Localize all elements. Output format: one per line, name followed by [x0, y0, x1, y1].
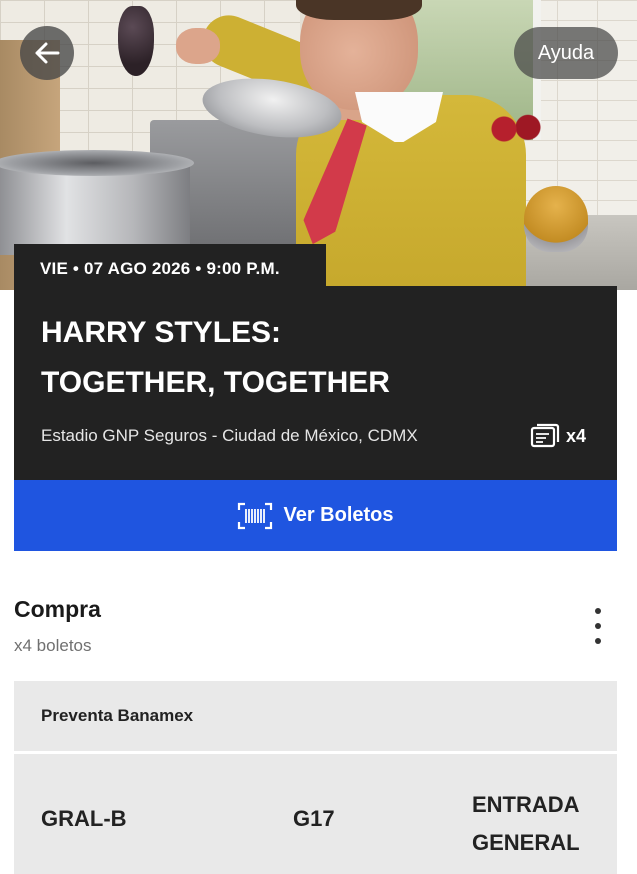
event-title-line-1: HARRY STYLES: [41, 316, 282, 349]
event-title-line-2: TOGETHER, TOGETHER [41, 366, 390, 399]
view-tickets-label: Ver Boletos [283, 504, 394, 526]
arrow-left-icon [35, 42, 60, 64]
ticket-section: GRAL-B [41, 806, 127, 831]
tickets-icon [530, 423, 560, 448]
event-card: HARRY STYLES: TOGETHER, TOGETHER Estadio… [14, 286, 617, 480]
ticket-type: ENTRADA GENERAL [472, 786, 580, 862]
help-button[interactable]: Ayuda [514, 27, 618, 79]
ticket-type-line-1: ENTRADA [472, 792, 580, 817]
purchase-title: Compra [14, 596, 101, 622]
purchase-subtitle: x4 boletos [14, 636, 92, 655]
ticket-row: GRAL-B G17 ENTRADA GENERAL [14, 754, 617, 874]
more-vertical-icon [595, 608, 601, 614]
view-tickets-button[interactable]: Ver Boletos [14, 480, 617, 551]
event-venue: Estadio GNP Seguros - Ciudad de México, … [41, 426, 418, 445]
ticket-type-line-2: GENERAL [472, 830, 580, 855]
presale-label: Preventa Banamex [14, 681, 617, 751]
ticket-count-label: x4 [566, 425, 587, 446]
back-button[interactable] [20, 26, 74, 80]
ticket-row-number: G17 [293, 806, 335, 831]
barcode-icon [238, 502, 273, 529]
ticket-count: x4 [530, 422, 586, 450]
event-title: HARRY STYLES: TOGETHER, TOGETHER [41, 308, 601, 408]
more-options-button[interactable] [584, 608, 612, 644]
